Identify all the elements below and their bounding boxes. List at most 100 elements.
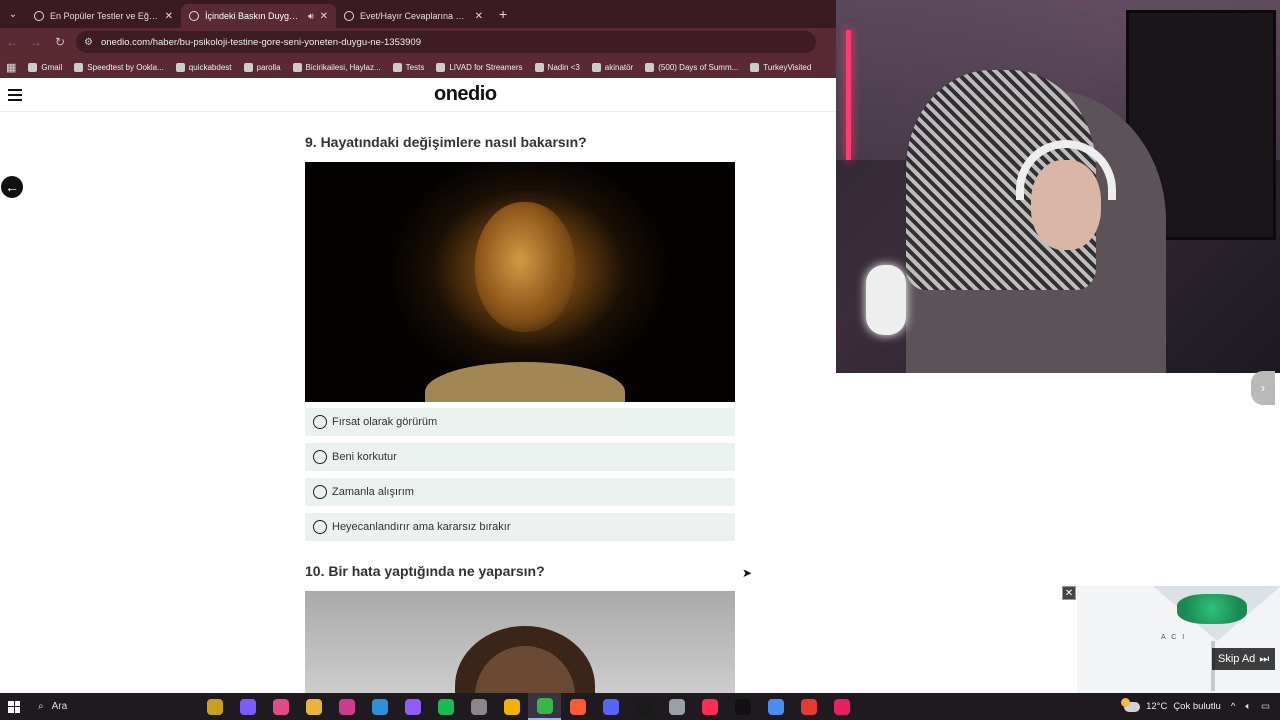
answer-option[interactable]: Beni korkutur [305,443,735,471]
site-info-icon[interactable]: ⚙ [84,37,93,48]
app-icon [338,698,355,715]
taskbar-app-icon[interactable] [825,693,858,720]
ad-close-button[interactable]: ✕ [1062,586,1076,600]
forward-button[interactable]: → [24,35,48,49]
answer-label: Heyecanlandırır ama kararsız bırakır [332,521,511,533]
tab-3[interactable]: Evet/Hayır Cevaplarına Göre A ✕ [336,4,491,28]
radio-icon[interactable] [313,485,327,499]
close-tab-icon[interactable]: ✕ [165,11,173,22]
windows-taskbar: ⌕ Ara 12°C Çok bulutlu ^ 🔈︎ ▭ [0,693,1280,720]
taskbar-app-icon[interactable] [429,693,462,720]
weather-widget[interactable]: 12°C Çok bulutlu [1121,697,1221,712]
bookmark-item[interactable]: LIVAD for Streamers [436,62,523,72]
tab-2-active[interactable]: İçindeki Baskın Duyguyu Ke 🔊︎ ✕ [181,4,336,28]
tab-title: En Popüler Testler ve Eğlenceli [50,11,159,21]
back-button[interactable]: ← [0,35,24,49]
bookmark-item[interactable]: akinatör [591,62,633,72]
url-bar[interactable]: ⚙ onedio.com/haber/bu-psikoloji-testine-… [76,31,816,53]
taskbar-app-icon[interactable] [495,693,528,720]
app-icon [569,698,586,715]
app-icon [206,698,223,715]
close-tab-icon[interactable]: ✕ [475,11,483,22]
bookmark-item[interactable]: Nadin <3 [534,62,580,72]
bookmark-item[interactable]: TurkeyVisited [750,62,811,72]
tab-1[interactable]: En Popüler Testler ve Eğlenceli ✕ [26,4,181,28]
taskbar-app-icon[interactable] [660,693,693,720]
tab-search-menu-button[interactable]: ⌄ [0,0,26,28]
bookmark-item[interactable]: Gmail [28,62,62,72]
taskbar-app-icon[interactable] [792,693,825,720]
answer-option[interactable]: Heyecanlandırır ama kararsız bırakır [305,513,735,541]
search-icon: ⌕ [38,701,44,712]
app-icon [272,698,289,715]
bookmark-item[interactable]: Speedtest by Ookla... [74,62,164,72]
answer-label: Fırsat olarak görürüm [332,416,438,428]
app-icon [437,698,454,715]
livad-icon [436,62,446,72]
app-icon [536,697,553,714]
bookmark-item[interactable]: quickabdest [175,62,232,72]
taskbar-app-icon[interactable] [561,693,594,720]
video-ad[interactable]: A C I [1077,586,1280,693]
chevron-right-icon[interactable]: › [1251,371,1275,405]
answer-option[interactable]: Zamanla alışırım [305,478,735,506]
taskbar-app-icon[interactable] [693,693,726,720]
olives-image [1177,594,1247,624]
bookmark-item[interactable]: Tests [392,62,424,72]
taskbar-app-icon[interactable] [528,693,561,720]
app-icon [404,698,421,715]
globe-icon [750,62,760,72]
taskbar-search[interactable]: ⌕ Ara [28,693,168,720]
notification-icon[interactable]: ▭ [1261,701,1270,712]
taskbar-app-icon[interactable] [363,693,396,720]
speaker-icon[interactable]: 🔊︎ [308,11,314,22]
speedtest-icon [74,62,84,72]
app-icon [833,698,850,715]
onedio-logo[interactable]: onedio [0,83,836,106]
web-page: onedio ← 9. Hayatındaki değişimlere nası… [0,78,836,693]
taskbar-app-icon[interactable] [759,693,792,720]
taskbar-app-icon[interactable] [396,693,429,720]
shirt-image [425,362,625,402]
bookmark-item[interactable]: parolla [243,62,281,72]
chevron-up-icon[interactable]: ^ [1231,701,1235,712]
radio-icon[interactable] [313,520,327,534]
taskbar-app-icon[interactable] [627,693,660,720]
apps-grid-icon[interactable]: ▦ [6,61,16,74]
mouse-cursor-icon: ➤ [742,566,753,580]
radio-icon[interactable] [313,450,327,464]
windows-start-button[interactable] [0,700,28,713]
taskbar-app-icon[interactable] [231,693,264,720]
app-icon [305,698,322,715]
bookmark-item[interactable]: (500) Days of Summ... [645,62,738,72]
radio-icon[interactable] [313,415,327,429]
nadin-icon [534,62,544,72]
close-tab-icon[interactable]: ✕ [320,11,328,22]
taskbar-app-icon[interactable] [726,693,759,720]
taskbar-app-icon[interactable] [330,693,363,720]
question-10-image [305,591,735,693]
new-tab-button[interactable]: + [499,6,507,22]
taskbar-app-icon[interactable] [264,693,297,720]
taskbar-app-icon[interactable] [462,693,495,720]
app-icon [800,698,817,715]
app-icon [701,698,718,715]
woman-face-image [475,202,575,332]
volume-icon[interactable]: 🔈︎ [1245,701,1251,712]
tab-bar: ⌄ En Popüler Testler ve Eğlenceli ✕ İçin… [0,0,836,28]
taskbar-app-icon[interactable] [297,693,330,720]
taskbar-app-icon[interactable] [198,693,231,720]
question-9-options: Fırsat olarak görürüm Beni korkutur Zama… [305,408,735,548]
bookmark-item[interactable]: Bicirikailesi, Haylaz... [292,62,381,72]
skip-ad-button[interactable]: Skip Ad ⏭ [1212,648,1276,670]
app-icon [734,698,751,715]
taskbar-app-icon[interactable] [594,693,627,720]
bookmarks-bar: ▦ Gmail Speedtest by Ookla... quickabdes… [0,56,836,78]
app-icon [635,698,652,715]
cloudy-icon [1121,697,1141,712]
tab-title: İçindeki Baskın Duyguyu Ke [205,11,302,21]
onedio-favicon-icon [344,11,354,21]
reload-button[interactable]: ↻ [48,35,72,49]
back-arrow-icon[interactable]: ← [1,176,23,198]
answer-option[interactable]: Fırsat olarak görürüm [305,408,735,436]
